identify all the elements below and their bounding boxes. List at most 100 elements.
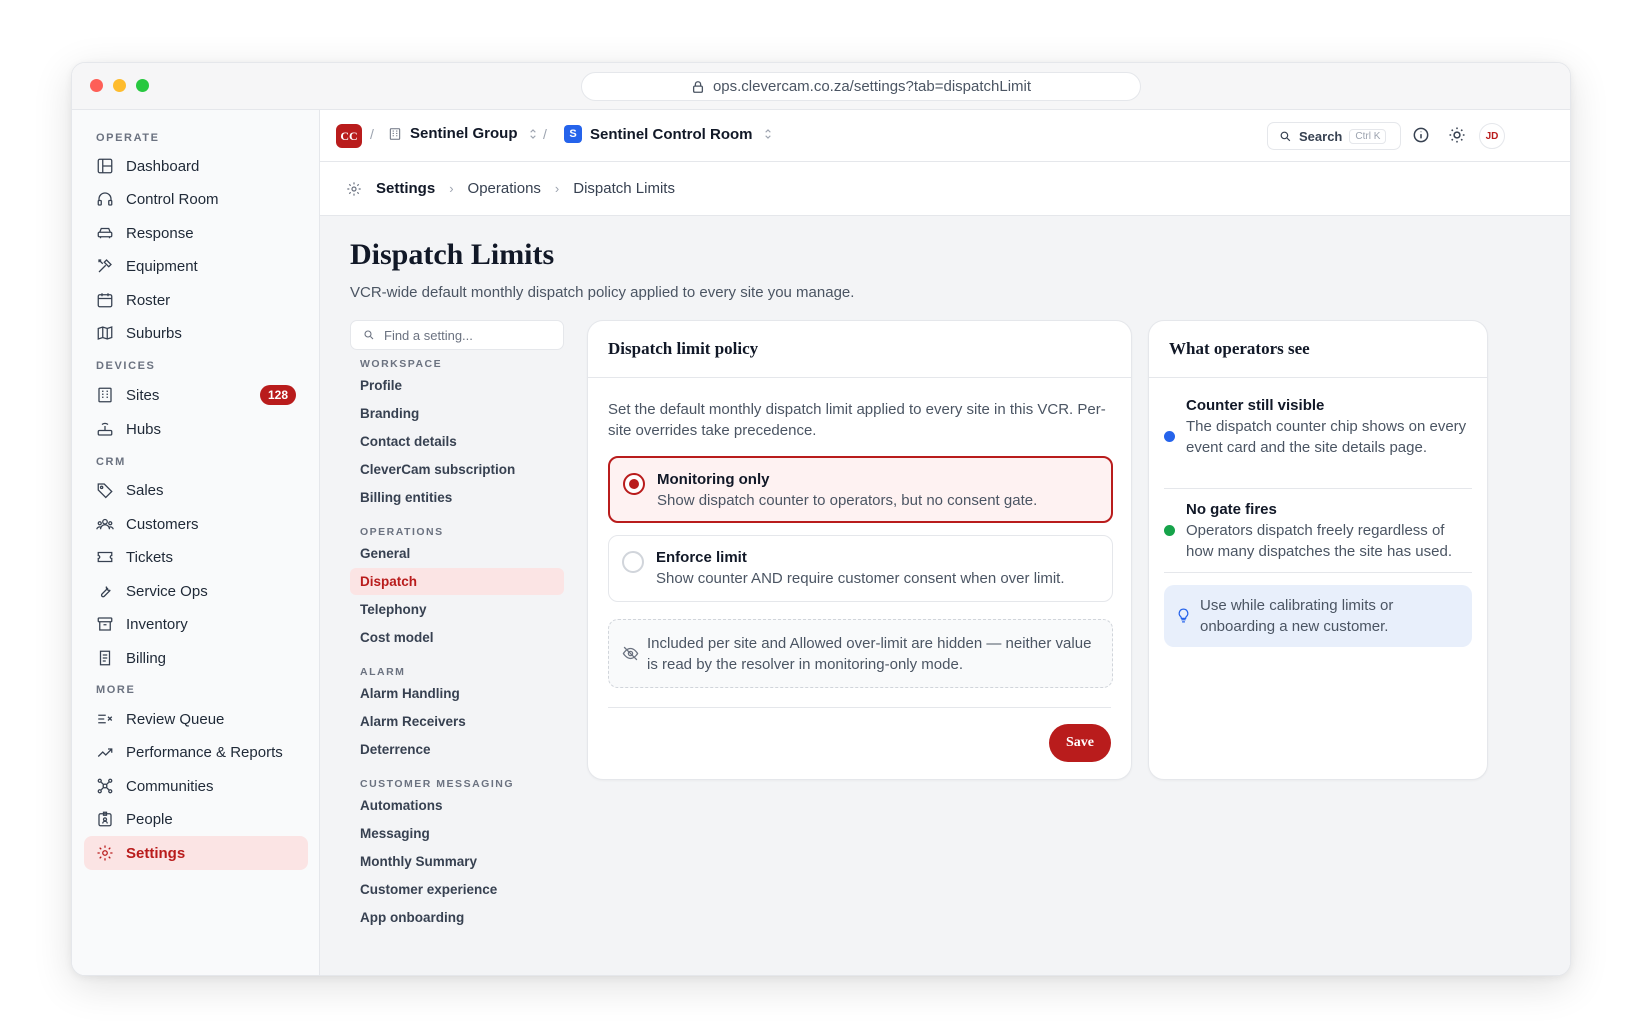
hidden-note-text: Included per site and Allowed over-limit… [647,635,1092,673]
breadcrumb-operations[interactable]: Operations [468,180,541,197]
close-window-button[interactable] [90,79,103,92]
chevron-up-down-icon [529,128,536,139]
settings-section-alarm: ALARM [360,666,406,678]
settings-nav-dispatch[interactable]: Dispatch [350,568,564,595]
sidebar-item-label: Sites [126,386,160,404]
usage-tip: Use while calibrating limits or onboardi… [1164,585,1472,647]
sidebar-item-billing[interactable]: Billing [84,641,308,675]
control-room-name: Sentinel Control Room [590,125,753,143]
sidebar-item-label: Roster [126,291,171,309]
gear-icon [97,845,113,861]
radio-enforce-limit[interactable] [622,551,644,573]
browser-titlebar: ops.clevercam.co.za/settings?tab=dispatc… [72,63,1570,110]
settings-nav-alarm-receivers[interactable]: Alarm Receivers [350,708,564,735]
clevercam-logo[interactable]: CC [336,124,362,148]
building-icon [98,387,112,403]
sidebar-item-sales[interactable]: Sales [84,473,308,507]
address-bar[interactable]: ops.clevercam.co.za/settings?tab=dispatc… [581,72,1141,101]
settings-nav-general[interactable]: General [350,540,564,567]
settings-nav-automations[interactable]: Automations [350,792,564,819]
sidebar-item-performance[interactable]: Performance & Reports [84,735,308,769]
option-monitoring-only[interactable]: Monitoring only Show dispatch counter to… [608,456,1113,523]
sidebar-item-roster[interactable]: Roster [84,283,308,317]
network-icon [97,778,113,794]
sidebar-item-label: Performance & Reports [126,743,283,761]
settings-nav-customer-experience[interactable]: Customer experience [350,876,564,903]
sidebar-item-label: Review Queue [126,710,225,728]
sidebar-item-review-queue[interactable]: Review Queue [84,702,308,736]
ticket-icon [97,551,113,563]
settings-nav-branding[interactable]: Branding [350,400,564,427]
settings-nav-deterrence[interactable]: Deterrence [350,736,564,763]
info-icon[interactable] [1411,125,1431,145]
sidebar-item-suburbs[interactable]: Suburbs [84,316,308,350]
sidebar-item-sites[interactable]: Sites 128 [84,378,308,412]
sidebar-item-label: Dashboard [126,157,200,175]
settings-nav-telephony[interactable]: Telephony [350,596,564,623]
org-name: Sentinel Group [410,125,518,142]
radio-monitoring-only[interactable] [623,473,645,495]
page-title: Dispatch Limits [350,238,555,271]
sidebar-item-people[interactable]: People [84,802,308,836]
sidebar-item-tickets[interactable]: Tickets [84,540,308,574]
settings-section-workspace: WORKSPACE [360,358,443,370]
receipt-icon [99,650,111,666]
page-subtitle: VCR-wide default monthly dispatch policy… [350,284,855,301]
ops-item-title: No gate fires [1186,501,1277,518]
lock-icon [692,80,703,93]
sidebar-item-label: Hubs [126,420,162,438]
settings-nav-billing-entities[interactable]: Billing entities [350,484,564,511]
sidebar-item-dashboard[interactable]: Dashboard [84,149,308,183]
sidebar-section-crm: CRM [96,456,126,468]
sidebar-item-equipment[interactable]: Equipment [84,249,308,283]
sidebar-item-inventory[interactable]: Inventory [84,607,308,641]
wrench-icon [100,586,111,598]
sidebar-item-settings[interactable]: Settings [84,836,308,870]
save-button[interactable]: Save [1049,724,1111,762]
sidebar-section-more: MORE [96,684,136,696]
minimize-window-button[interactable] [113,79,126,92]
sun-icon[interactable] [1447,125,1467,145]
settings-search-input[interactable]: Find a setting... [350,320,564,350]
sidebar-item-label: Billing [126,649,167,667]
settings-nav-alarm-handling[interactable]: Alarm Handling [350,680,564,707]
chevron-right-icon: › [449,181,454,196]
settings-nav-profile[interactable]: Profile [350,372,564,399]
sidebar-item-service-ops[interactable]: Service Ops [84,574,308,608]
users-icon [96,518,114,530]
settings-nav-contact-details[interactable]: Contact details [350,428,564,455]
sidebar-item-label: Suburbs [126,324,182,342]
chevron-up-down-icon [764,129,771,139]
settings-nav-monthly-summary[interactable]: Monthly Summary [350,848,564,875]
breadcrumb: Settings › Operations › Dispatch Limits [320,162,1570,216]
option-title: Enforce limit [656,549,747,566]
user-avatar[interactable]: JD [1479,123,1505,149]
maximize-window-button[interactable] [136,79,149,92]
settings-nav-subscription[interactable]: CleverCam subscription [350,456,564,483]
option-description: Show dispatch counter to operators, but … [657,492,1038,509]
archive-icon [97,617,113,631]
divider [1164,572,1472,573]
settings-search-placeholder: Find a setting... [384,327,473,343]
org-switcher[interactable]: Sentinel Group [388,125,540,142]
trend-icon [97,748,113,757]
list-check-icon [98,714,113,724]
status-dot [1164,431,1175,442]
global-search-button[interactable]: Search Ctrl K [1267,122,1401,150]
operators-view-card: What operators see Counter still visible… [1148,320,1488,780]
settings-nav-app-onboarding[interactable]: App onboarding [350,904,564,931]
option-enforce-limit[interactable]: Enforce limit Show counter AND require c… [608,535,1113,602]
breadcrumb-settings[interactable]: Settings [376,180,435,197]
sidebar-item-label: Response [126,224,194,242]
chevron-right-icon: › [554,181,560,196]
settings-nav-messaging[interactable]: Messaging [350,820,564,847]
settings-nav-cost-model[interactable]: Cost model [350,624,564,651]
sidebar-item-control-room[interactable]: Control Room [84,182,308,216]
sidebar-item-customers[interactable]: Customers [84,507,308,541]
sidebar-item-communities[interactable]: Communities [84,769,308,803]
building-icon [389,127,401,140]
sidebar-item-response[interactable]: Response [84,216,308,250]
sidebar-item-hubs[interactable]: Hubs [84,412,308,446]
control-room-switcher[interactable]: S Sentinel Control Room [564,125,775,143]
sidebar-section-operate: OPERATE [96,132,160,144]
